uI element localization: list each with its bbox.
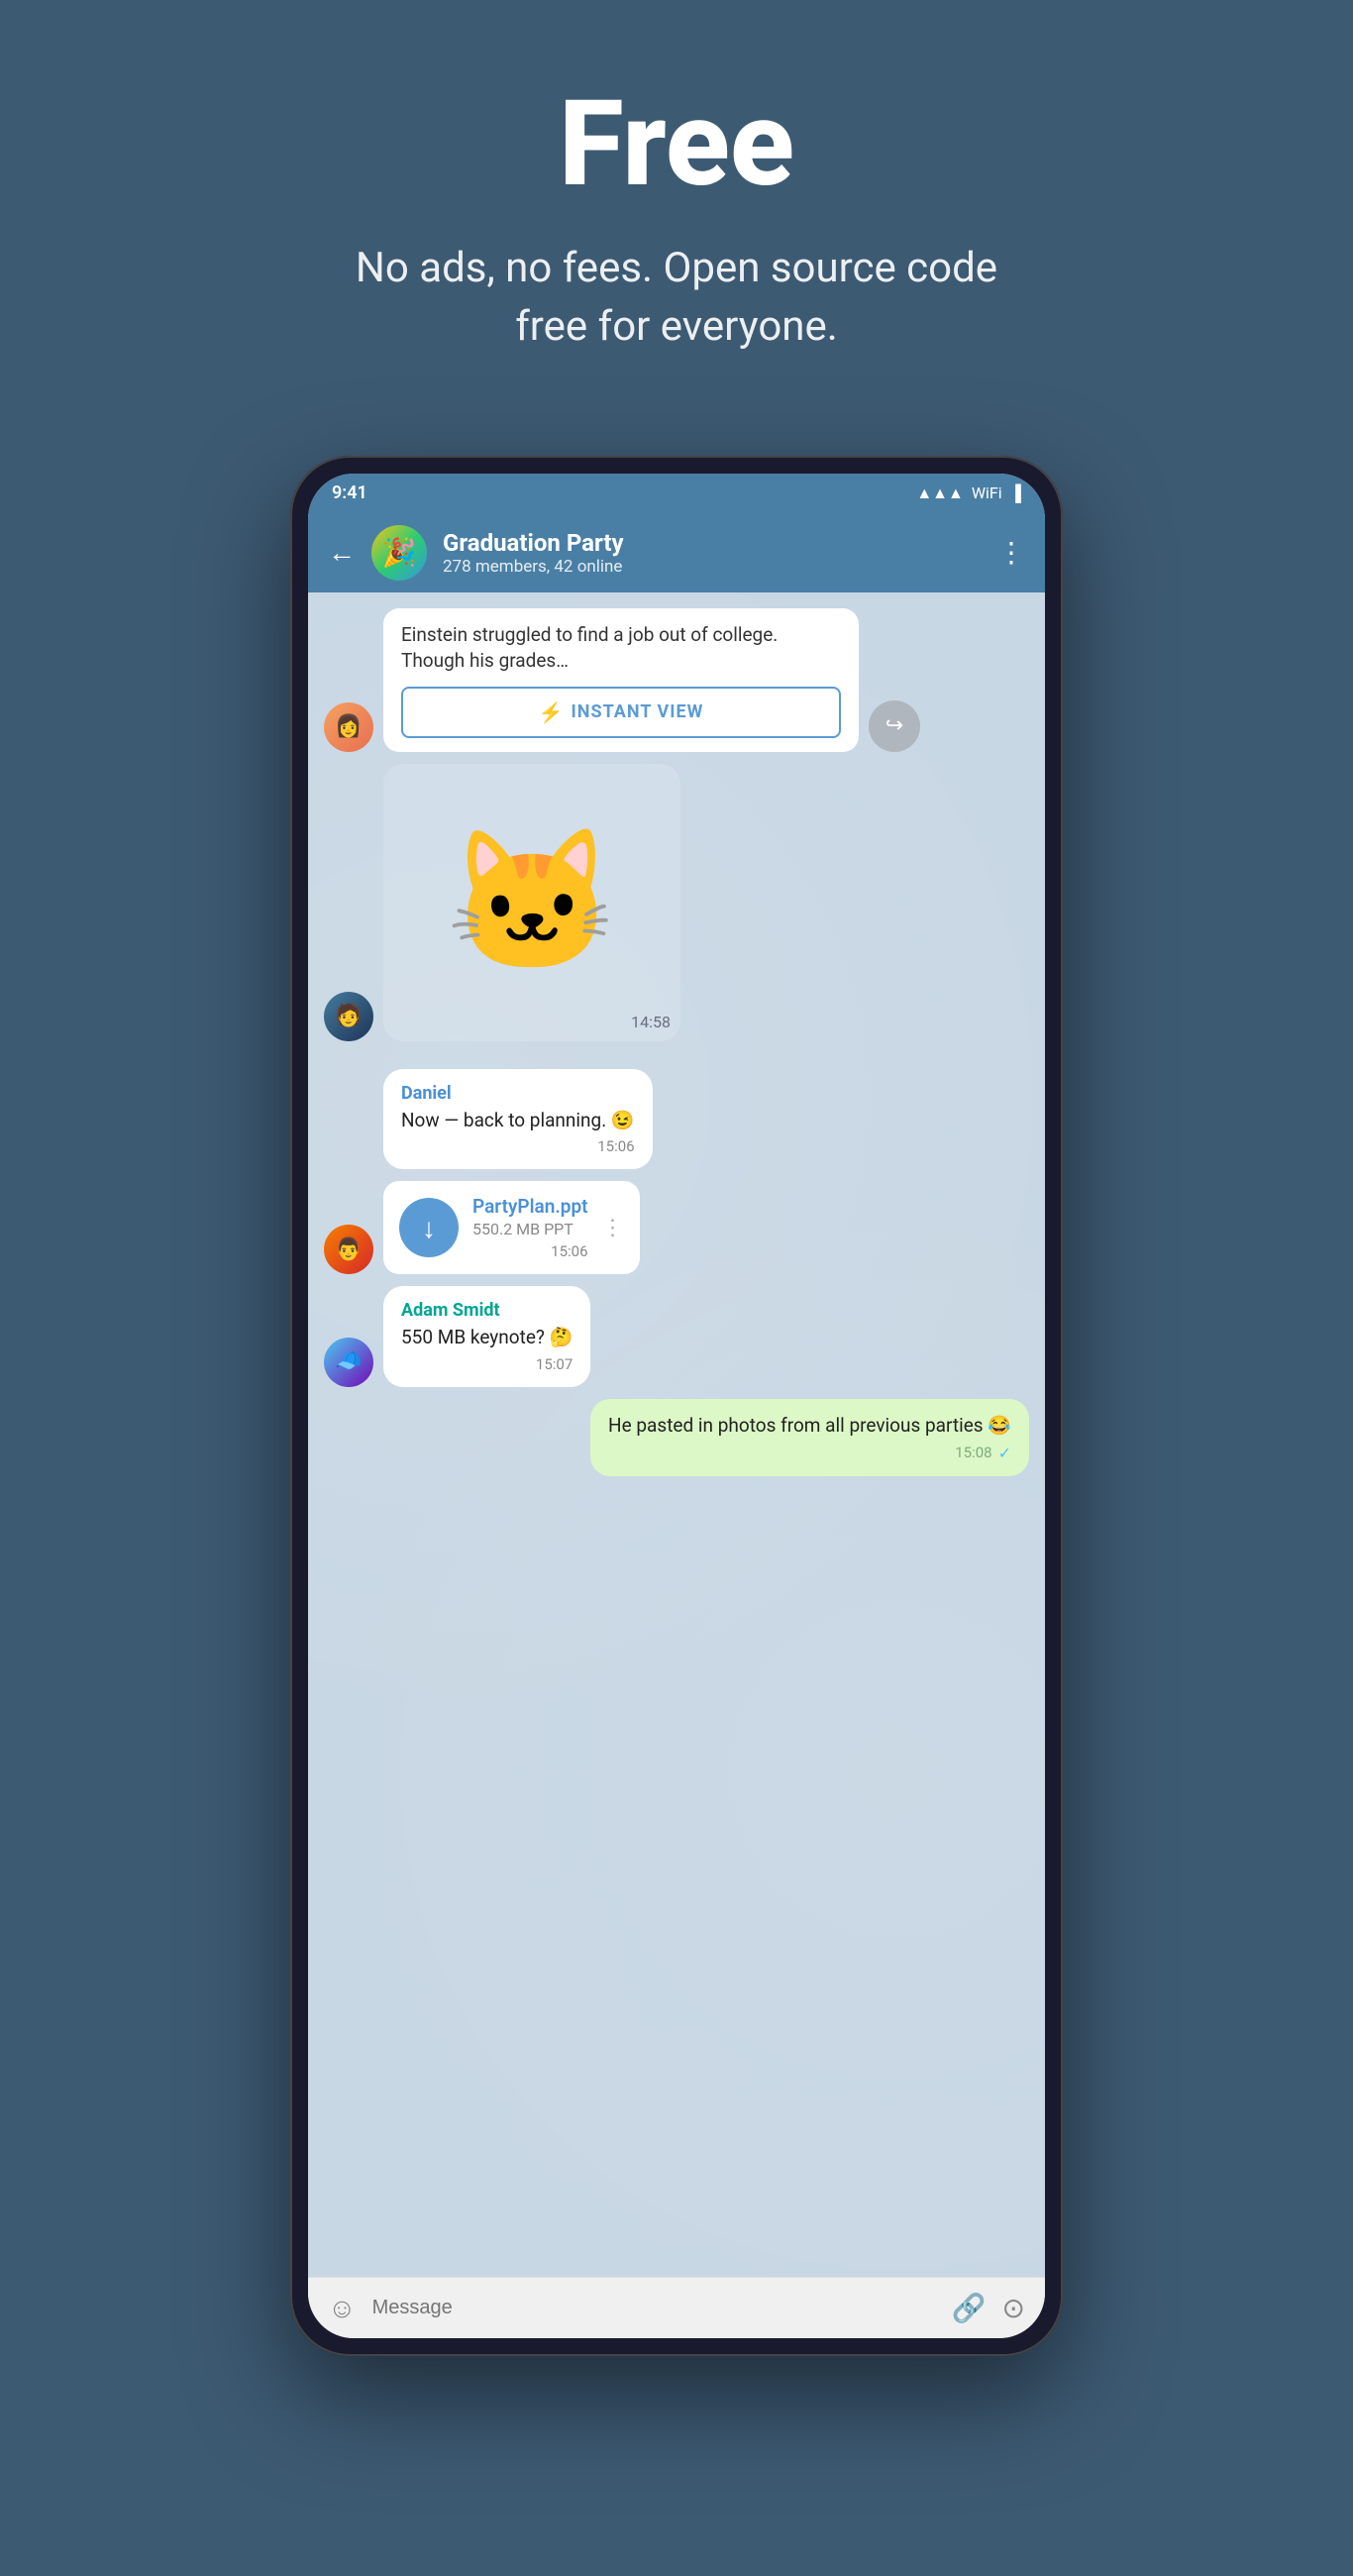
article-text: Einstein struggled to find a job out of … [401, 622, 841, 675]
daniel-bubble: Daniel Now — back to planning. 😉 15:06 [383, 1069, 653, 1170]
phone-mockup: 9:41 ▲▲▲ WiFi ▐ ← 🎉 Graduation Party 278… [290, 456, 1063, 2356]
message-input[interactable] [372, 2297, 936, 2319]
cat-sticker: 🐱 [446, 821, 618, 984]
phone-outer: 9:41 ▲▲▲ WiFi ▐ ← 🎉 Graduation Party 278… [290, 456, 1063, 2356]
message-row-sticker: 🧑 A = πr² V = l³ s = √(r²+h²) A = πr² + … [324, 764, 1029, 1041]
daniel-message-text: Now — back to planning. 😉 [401, 1108, 635, 1134]
avatar-male2: 👨 [324, 1225, 373, 1274]
attach-button[interactable]: 🔗 [952, 2292, 987, 2324]
hero-title: Free [330, 79, 1023, 210]
avatar-female: 👩 [324, 702, 373, 752]
adam-sender-name: Adam Smidt [401, 1300, 572, 1321]
instant-view-button[interactable]: ⚡ INSTANT VIEW [401, 687, 841, 738]
instant-view-label: INSTANT VIEW [572, 701, 704, 722]
adam-bubble: Adam Smidt 550 MB keynote? 🤔 15:07 [383, 1286, 590, 1387]
daniel-message-time: 15:06 [597, 1137, 634, 1155]
hero-section: Free No ads, no fees. Open source code f… [310, 0, 1043, 416]
group-info: Graduation Party 278 members, 42 online [443, 529, 982, 577]
sticker-time: 14:58 [631, 1013, 671, 1031]
outgoing-bubble: He pasted in photos from all previous pa… [590, 1399, 1029, 1476]
share-button[interactable]: ↪ [869, 700, 920, 752]
camera-button[interactable]: ⊙ [1002, 2292, 1025, 2324]
header-menu-button[interactable]: ⋮ [997, 536, 1025, 569]
message-row-outgoing: He pasted in photos from all previous pa… [324, 1399, 1029, 1476]
emoji-button[interactable]: ☺ [328, 2292, 357, 2324]
back-button[interactable]: ← [328, 536, 356, 569]
file-download-icon[interactable]: ↓ [399, 1198, 459, 1257]
daniel-sender-name: Daniel [401, 1083, 635, 1104]
phone-screen: 9:41 ▲▲▲ WiFi ▐ ← 🎉 Graduation Party 278… [308, 474, 1045, 2338]
hero-subtitle: No ads, no fees. Open source code free f… [330, 240, 1023, 357]
group-avatar: 🎉 [371, 525, 427, 581]
status-time: 9:41 [332, 483, 367, 503]
message-row-daniel: Daniel Now — back to planning. 😉 15:06 [324, 1069, 1029, 1170]
adam-message-text: 550 MB keynote? 🤔 [401, 1325, 572, 1351]
message-row-adam: 🧢 Adam Smidt 550 MB keynote? 🤔 15:07 [324, 1286, 1029, 1387]
avatar-male3: 🧢 [324, 1338, 373, 1387]
sticker-image: A = πr² V = l³ s = √(r²+h²) A = πr² + πr… [383, 764, 680, 1041]
avatar-male1: 🧑 [324, 992, 373, 1041]
file-size: 550.2 MB PPT [472, 1220, 588, 1238]
status-icons: ▲▲▲ WiFi ▐ [916, 483, 1021, 503]
lightning-icon: ⚡ [539, 700, 564, 724]
file-name: PartyPlan.ppt [472, 1195, 588, 1218]
file-bubble: ↓ PartyPlan.ppt 550.2 MB PPT 15:06 ⋮ [383, 1181, 640, 1274]
group-members: 278 members, 42 online [443, 557, 982, 577]
group-name: Graduation Party [443, 529, 982, 557]
adam-message-time: 15:07 [536, 1355, 572, 1373]
outgoing-message-text: He pasted in photos from all previous pa… [608, 1413, 1011, 1440]
message-row-file: 👨 ↓ PartyPlan.ppt 550.2 MB PPT 15:06 ⋮ [324, 1181, 1029, 1274]
status-bar: 9:41 ▲▲▲ WiFi ▐ [308, 474, 1045, 513]
wifi-icon: WiFi [972, 483, 1002, 502]
chat-area: 👩 Einstein struggled to find a job out o… [308, 592, 1045, 2277]
read-receipt-icon: ✓ [998, 1444, 1011, 1462]
outgoing-message-time: 15:08 [955, 1444, 991, 1461]
message-bar: ☺ 🔗 ⊙ [308, 2277, 1045, 2338]
sticker-container: A = πr² V = l³ s = √(r²+h²) A = πr² + πr… [383, 764, 680, 1041]
article-bubble: Einstein struggled to find a job out of … [383, 608, 859, 752]
file-message-time: 15:06 [551, 1242, 587, 1260]
file-menu-button[interactable]: ⋮ [602, 1216, 624, 1240]
signal-icon: ▲▲▲ [916, 483, 964, 503]
message-row-article: 👩 Einstein struggled to find a job out o… [324, 608, 1029, 752]
chat-header: ← 🎉 Graduation Party 278 members, 42 onl… [308, 513, 1045, 592]
file-info: PartyPlan.ppt 550.2 MB PPT 15:06 [472, 1195, 588, 1260]
battery-icon: ▐ [1010, 483, 1021, 503]
